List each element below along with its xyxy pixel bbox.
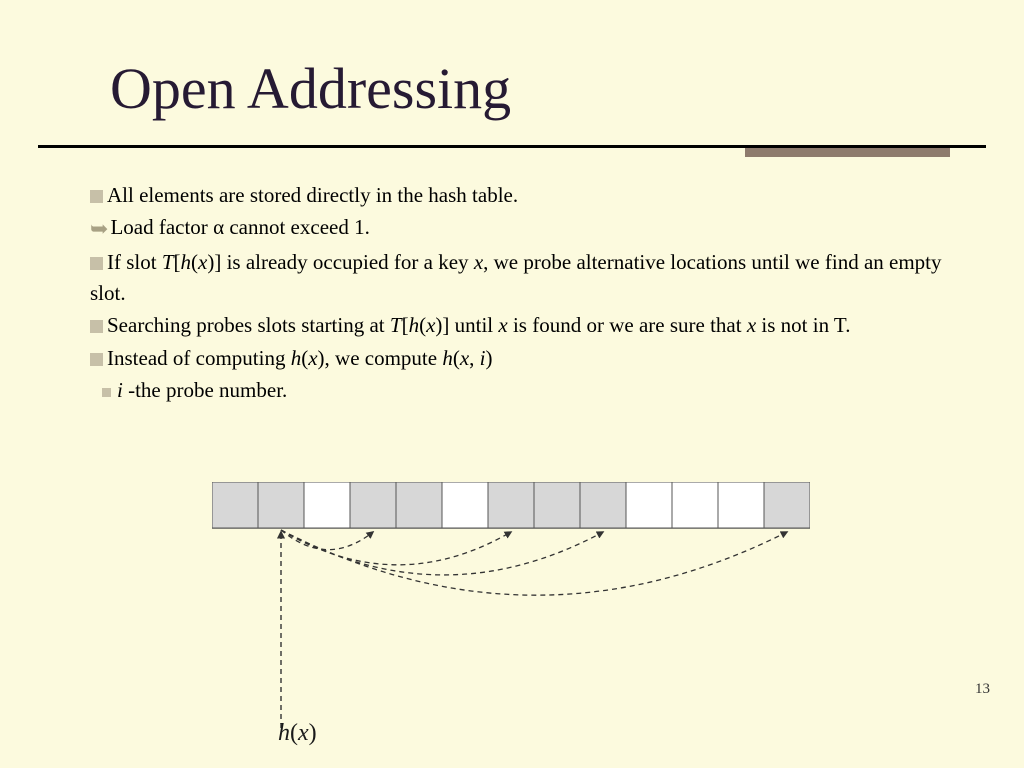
square-bullet-icon <box>90 257 103 270</box>
bullet-5: Instead of computing h(x), we compute h(… <box>90 343 960 373</box>
probe-figure <box>212 482 810 712</box>
bullet-2: ➥Load factor α cannot exceed 1. <box>90 212 960 245</box>
underline-shadow <box>745 148 950 157</box>
bullet-3: If slot T[h(x)] is already occupied for … <box>90 247 960 308</box>
square-bullet-icon <box>90 353 103 366</box>
page-title: Open Addressing <box>110 55 511 122</box>
square-bullet-icon <box>90 320 103 333</box>
hx-label: h(x) <box>278 720 317 747</box>
probe-svg <box>212 482 810 742</box>
bullet-2-post: cannot exceed 1. <box>224 215 370 239</box>
square-bullet-icon <box>90 190 103 203</box>
bullet-1-text: All elements are stored directly in the … <box>107 183 518 207</box>
arrow-bullet-icon: ➥ <box>90 213 108 245</box>
bullet-2-alpha: α <box>213 215 224 239</box>
bullet-4: Searching probes slots starting at T[h(x… <box>90 310 960 340</box>
bullet-6: i -the probe number. <box>90 375 960 405</box>
sub-bullet-icon <box>102 388 111 397</box>
page-number: 13 <box>975 681 990 698</box>
body-text: All elements are stored directly in the … <box>90 180 960 408</box>
bullet-6-rest: -the probe number. <box>123 378 287 402</box>
bullet-1: All elements are stored directly in the … <box>90 180 960 210</box>
bullet-2-pre: Load factor <box>110 215 213 239</box>
slide: Open Addressing All elements are stored … <box>0 0 1024 768</box>
